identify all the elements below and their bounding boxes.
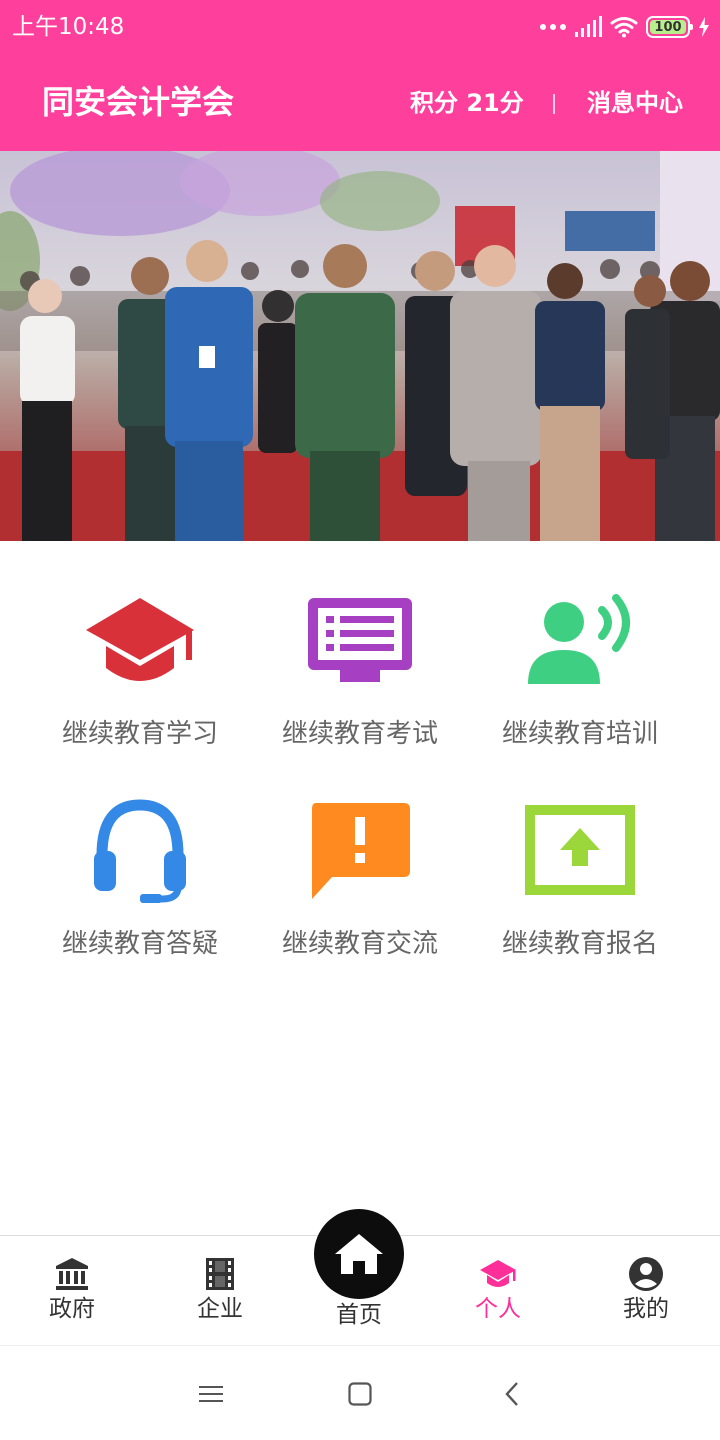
menu-item-study[interactable]: 继续教育学习 bbox=[30, 585, 250, 760]
battery-level: 100 bbox=[650, 20, 686, 35]
upload-screen-icon bbox=[525, 805, 635, 895]
nav-item-government[interactable]: 政府 bbox=[0, 1236, 144, 1346]
feature-grid: 继续教育学习 继续教育考试 继续教育培训 继续教育答疑 继续教育交流 继续教育报… bbox=[30, 585, 690, 970]
speaker-voice-icon bbox=[528, 594, 630, 684]
system-nav-bar bbox=[0, 1345, 720, 1440]
monitor-list-icon bbox=[308, 598, 412, 682]
menu-item-label: 继续教育报名 bbox=[501, 929, 658, 959]
graduation-cap-icon bbox=[86, 598, 194, 681]
nav-label: 政府 bbox=[49, 1296, 95, 1322]
menu-item-exchange[interactable]: 继续教育交流 bbox=[250, 795, 470, 970]
graduation-cap-icon bbox=[480, 1260, 516, 1287]
menu-item-qa[interactable]: 继续教育答疑 bbox=[30, 795, 250, 970]
charging-icon bbox=[699, 17, 709, 37]
status-bar: 上午10:48 100 bbox=[0, 0, 720, 56]
message-center-link[interactable]: 消息中心 bbox=[587, 86, 683, 120]
account-circle-icon bbox=[629, 1257, 663, 1291]
nav-label: 个人 bbox=[475, 1296, 521, 1322]
film-icon bbox=[206, 1258, 234, 1290]
home-square-icon[interactable] bbox=[340, 1376, 380, 1412]
nav-item-personal[interactable]: 个人 bbox=[426, 1236, 570, 1346]
menu-item-label: 继续教育答疑 bbox=[61, 929, 218, 959]
menu-item-label: 继续教育考试 bbox=[281, 719, 438, 749]
menu-item-label: 继续教育交流 bbox=[281, 929, 438, 959]
battery-icon: 100 bbox=[646, 16, 693, 38]
wifi-icon bbox=[610, 17, 638, 38]
banner-carousel[interactable] bbox=[0, 151, 720, 541]
bank-icon bbox=[56, 1258, 88, 1290]
menu-item-register[interactable]: 继续教育报名 bbox=[470, 795, 690, 970]
nav-label-home: 首页 bbox=[336, 1302, 382, 1328]
chat-alert-icon bbox=[312, 803, 410, 899]
crowd-walking-photo bbox=[0, 151, 720, 541]
points-link[interactable]: 积分 21分 bbox=[410, 86, 524, 120]
signal-dots-icon bbox=[540, 24, 566, 30]
app-title: 同安会计学会 bbox=[42, 83, 235, 121]
nav-label: 我的 bbox=[623, 1296, 669, 1322]
clock: 上午10:48 bbox=[12, 14, 125, 40]
header-divider bbox=[553, 94, 555, 114]
menu-icon[interactable] bbox=[191, 1376, 231, 1412]
home-button[interactable] bbox=[314, 1209, 404, 1299]
menu-item-training[interactable]: 继续教育培训 bbox=[470, 585, 690, 760]
menu-item-label: 继续教育培训 bbox=[501, 719, 658, 749]
nav-item-enterprise[interactable]: 企业 bbox=[148, 1236, 292, 1346]
cellular-signal-icon bbox=[575, 16, 602, 37]
status-icons: 100 bbox=[540, 12, 710, 42]
nav-item-mine[interactable]: 我的 bbox=[574, 1236, 718, 1346]
home-icon bbox=[335, 1234, 383, 1274]
back-icon[interactable] bbox=[492, 1376, 532, 1412]
app-header: 同安会计学会 积分 21分 消息中心 bbox=[0, 56, 720, 151]
menu-item-exam[interactable]: 继续教育考试 bbox=[250, 585, 470, 760]
headset-icon bbox=[94, 799, 186, 903]
menu-item-label: 继续教育学习 bbox=[61, 719, 218, 749]
nav-label: 企业 bbox=[197, 1296, 243, 1322]
